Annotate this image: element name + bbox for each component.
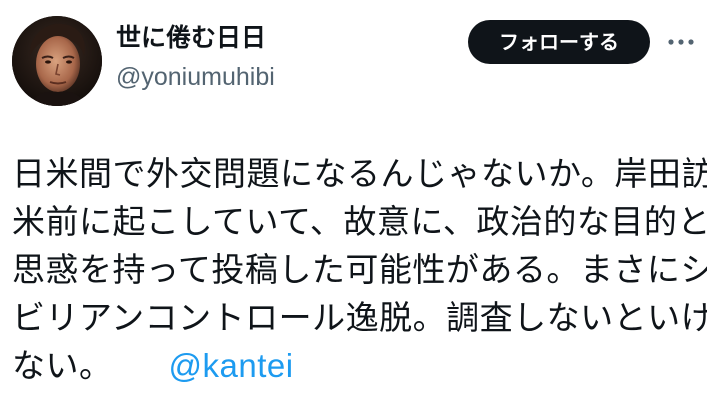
tweet-text-line: ビリアンコントロール逸脱。調査しないといけ bbox=[12, 298, 707, 337]
tweet-text-line: 思惑を持って投稿した可能性がある。まさにシ bbox=[12, 250, 707, 289]
author-display-name[interactable]: 世に倦む日日 bbox=[116, 22, 275, 54]
tweet-header: 世に倦む日日 @yoniumuhibi フォローする bbox=[0, 0, 707, 120]
tweet-text: 日米間で外交問題になるんじゃないか。岸田訪 米前に起こしていて、故意に、政治的な… bbox=[12, 150, 707, 400]
tweet-text-line: ない。 bbox=[12, 346, 113, 385]
tweet-last-line: ない。 @kantei bbox=[12, 342, 700, 390]
follow-button[interactable]: フォローする bbox=[468, 20, 650, 64]
mention-link[interactable]: @kantei bbox=[169, 347, 294, 384]
more-horizontal-icon bbox=[668, 39, 694, 45]
author-handle[interactable]: @yoniumuhibi bbox=[116, 60, 275, 94]
tweet-text-line: 米前に起こしていて、故意に、政治的な目的と bbox=[12, 202, 707, 241]
author-names: 世に倦む日日 @yoniumuhibi bbox=[116, 22, 275, 94]
avatar-portrait-icon bbox=[12, 16, 102, 106]
more-options-button[interactable] bbox=[664, 28, 698, 56]
tweet-text-line: 日米間で外交問題になるんじゃないか。岸田訪 bbox=[12, 154, 707, 193]
avatar[interactable] bbox=[12, 16, 102, 106]
